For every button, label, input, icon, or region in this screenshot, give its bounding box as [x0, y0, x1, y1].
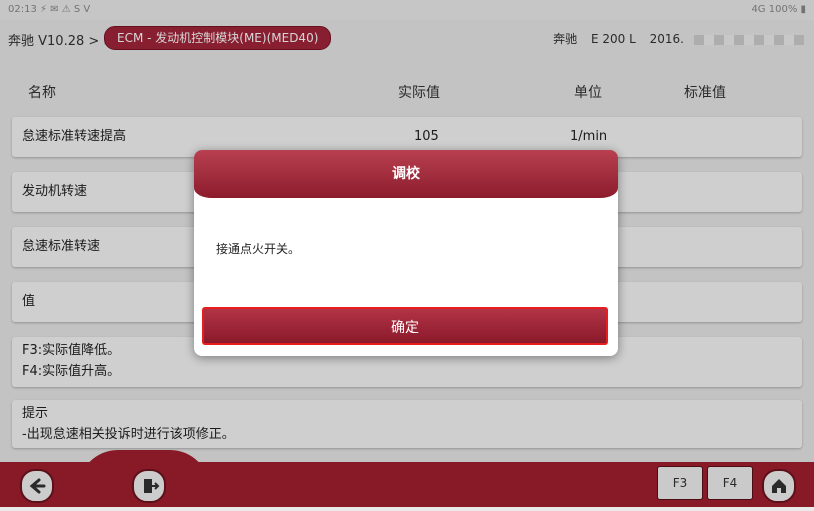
dialog-title: 调校	[194, 150, 618, 198]
dialog-message: 接通点火开关。	[216, 242, 301, 256]
calibration-dialog: 调校 接通点火开关。 确定	[194, 150, 618, 356]
confirm-button[interactable]: 确定	[202, 307, 608, 345]
